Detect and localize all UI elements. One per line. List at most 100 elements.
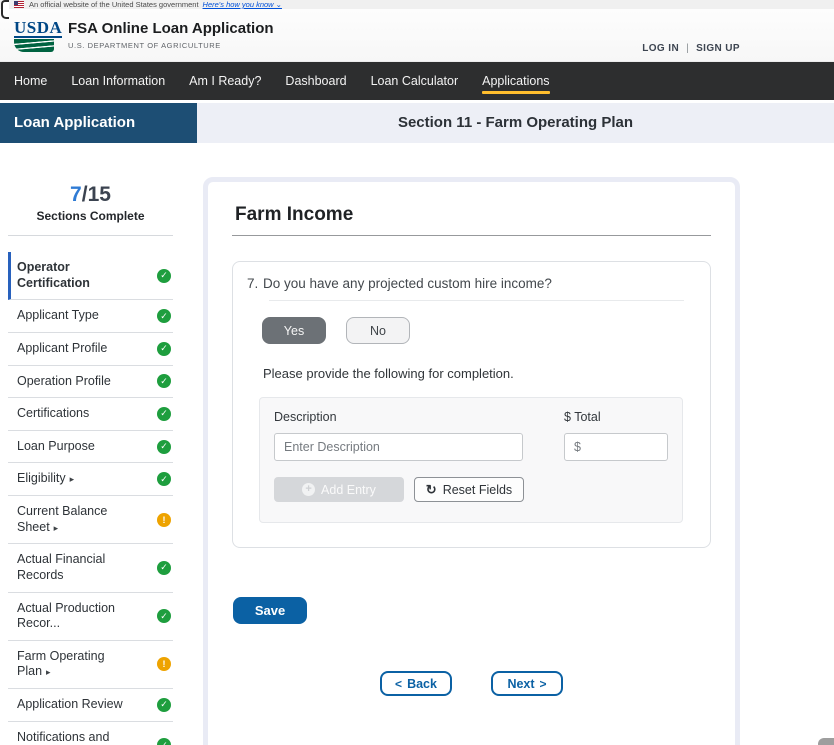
nav-item-dashboard[interactable]: Dashboard: [273, 62, 358, 100]
cursor-artifact: [1, 0, 9, 19]
nav-item-am-i-ready[interactable]: Am I Ready?: [177, 62, 273, 100]
sidebar-item-loan-purpose[interactable]: Loan Purpose ✓: [8, 431, 173, 464]
question-rule: [269, 300, 684, 301]
gov-banner-text: An official website of the United States…: [29, 0, 199, 9]
sidebar-item-label: Applicant Profile: [17, 341, 107, 357]
no-button[interactable]: No: [346, 317, 410, 344]
entry-panel: Description $ Total + Add Entry: [259, 397, 683, 523]
auth-links: LOG IN | SIGN UP: [642, 43, 740, 54]
sidebar-item-label: Certifications: [17, 406, 89, 422]
description-field-group: Description: [274, 410, 523, 461]
usda-logo-text: USDA: [14, 19, 62, 38]
usda-logo: USDA: [14, 19, 58, 52]
save-button[interactable]: Save: [233, 597, 307, 624]
sidebar-item-label: Notifications and Disclosur...: [17, 730, 141, 745]
sidebar-item-farm-operating-plan[interactable]: Farm Operating Plan▸!: [8, 641, 173, 689]
description-label: Description: [274, 410, 523, 424]
back-label: Back: [407, 677, 437, 691]
content: 7/15 Sections Complete Operator Certific…: [0, 143, 834, 745]
nav-item-applications[interactable]: Applications: [470, 62, 561, 100]
status-warning-icon: !: [157, 513, 171, 527]
sidebar-item-actual-financial-records[interactable]: Actual Financial Records✓: [8, 544, 173, 592]
sections-complete-count: 7: [70, 183, 82, 206]
gov-banner-link[interactable]: Here's how you know ⌄: [203, 0, 282, 9]
sidebar-item-label: Actual Production Recor...: [17, 601, 141, 632]
completion-helper-text: Please provide the following for complet…: [263, 366, 694, 381]
status-complete-icon: ✓: [157, 374, 171, 388]
next-button[interactable]: Next >: [491, 671, 563, 696]
reset-fields-button[interactable]: ↻ Reset Fields: [414, 477, 524, 502]
main-nav: HomeLoan InformationAm I Ready?Dashboard…: [0, 62, 834, 100]
sidebar-item-label: Applicant Type: [17, 308, 99, 324]
sidebar-item-label: Eligibility▸: [17, 471, 74, 487]
description-input[interactable]: [274, 433, 523, 461]
back-button[interactable]: < Back: [380, 671, 452, 696]
next-label: Next: [507, 677, 534, 691]
sections-total-count: /15: [82, 183, 111, 206]
question-text: Do you have any projected custom hire in…: [263, 276, 552, 291]
loan-application-banner: Loan Application: [0, 103, 197, 143]
section-bar: Loan Application Section 11 - Farm Opera…: [0, 103, 834, 143]
sidebar-item-applicant-profile[interactable]: Applicant Profile ✓: [8, 333, 173, 366]
nav-item-loan-calculator[interactable]: Loan Calculator: [359, 62, 471, 100]
sidebar-item-label: Loan Purpose: [17, 439, 95, 455]
status-complete-icon: ✓: [157, 738, 171, 745]
question-card: 7. Do you have any projected custom hire…: [232, 261, 711, 548]
status-complete-icon: ✓: [157, 342, 171, 356]
sidebar-item-label: Operation Profile: [17, 374, 111, 390]
status-complete-icon: ✓: [157, 407, 171, 421]
entry-fields-row: Description $ Total: [274, 410, 668, 461]
signup-link[interactable]: SIGN UP: [696, 43, 740, 54]
reset-fields-label: Reset Fields: [443, 483, 512, 497]
yes-button[interactable]: Yes: [262, 317, 326, 344]
section-title: Section 11 - Farm Operating Plan: [197, 103, 834, 143]
widget-blob[interactable]: [818, 738, 834, 745]
status-complete-icon: ✓: [157, 309, 171, 323]
login-link[interactable]: LOG IN: [642, 43, 679, 54]
plus-circle-icon: +: [302, 483, 315, 496]
sidebar-item-eligibility[interactable]: Eligibility▸✓: [8, 463, 173, 496]
add-entry-label: Add Entry: [321, 483, 376, 497]
app-titles: FSA Online Loan Application U.S. DEPARTM…: [68, 20, 274, 50]
nav-item-home[interactable]: Home: [2, 62, 59, 100]
expand-arrow-icon: ▸: [54, 523, 59, 533]
sidebar-item-label: Farm Operating Plan▸: [17, 649, 141, 680]
total-field-group: $ Total: [564, 410, 668, 461]
pager-row: < Back Next >: [232, 671, 711, 696]
us-flag-icon: [14, 1, 24, 8]
sections-progress: 7/15: [8, 183, 173, 207]
expand-arrow-icon: ▸: [70, 474, 75, 484]
sidebar-section-list: Operator Certification✓Applicant Type✓Ap…: [8, 252, 173, 745]
expand-arrow-icon: ▸: [46, 667, 51, 677]
sidebar-item-label: Operator Certification: [17, 260, 141, 291]
entry-actions: + Add Entry ↻ Reset Fields: [274, 477, 668, 502]
total-input[interactable]: [564, 433, 668, 461]
chevron-right-icon: >: [540, 677, 547, 691]
question-number: 7.: [247, 276, 263, 291]
chevron-left-icon: <: [395, 677, 402, 691]
sidebar-item-operation-profile[interactable]: Operation Profile ✓: [8, 366, 173, 399]
sidebar-divider: [8, 235, 173, 236]
app-title: FSA Online Loan Application: [68, 20, 274, 37]
app-subtitle: U.S. DEPARTMENT OF AGRICULTURE: [68, 41, 274, 50]
farm-income-card: Farm Income 7. Do you have any projected…: [203, 177, 740, 745]
add-entry-button[interactable]: + Add Entry: [274, 477, 404, 502]
page: An official website of the United States…: [0, 0, 834, 745]
status-complete-icon: ✓: [157, 440, 171, 454]
page-title: Farm Income: [232, 204, 711, 226]
sidebar-item-applicant-type[interactable]: Applicant Type ✓: [8, 300, 173, 333]
sidebar-item-application-review[interactable]: Application Review✓: [8, 689, 173, 722]
sidebar-item-certifications[interactable]: Certifications ✓: [8, 398, 173, 431]
sidebar-item-actual-production-recor[interactable]: Actual Production Recor...✓: [8, 593, 173, 641]
sections-progress-label: Sections Complete: [8, 209, 173, 223]
sidebar-item-operator-certification[interactable]: Operator Certification ✓: [8, 252, 173, 300]
question-line: 7. Do you have any projected custom hire…: [247, 276, 694, 291]
gov-banner: An official website of the United States…: [0, 0, 834, 9]
total-label: $ Total: [564, 410, 668, 424]
status-complete-icon: ✓: [157, 269, 171, 283]
sidebar-item-notifications-and-disclosur[interactable]: Notifications and Disclosur... ✓: [8, 722, 173, 745]
sidebar-item-label: Actual Financial Records: [17, 552, 141, 583]
nav-item-loan-information[interactable]: Loan Information: [59, 62, 177, 100]
usda-logo-swoosh: [14, 39, 54, 52]
sidebar-item-current-balance-sheet[interactable]: Current Balance Sheet▸!: [8, 496, 173, 544]
